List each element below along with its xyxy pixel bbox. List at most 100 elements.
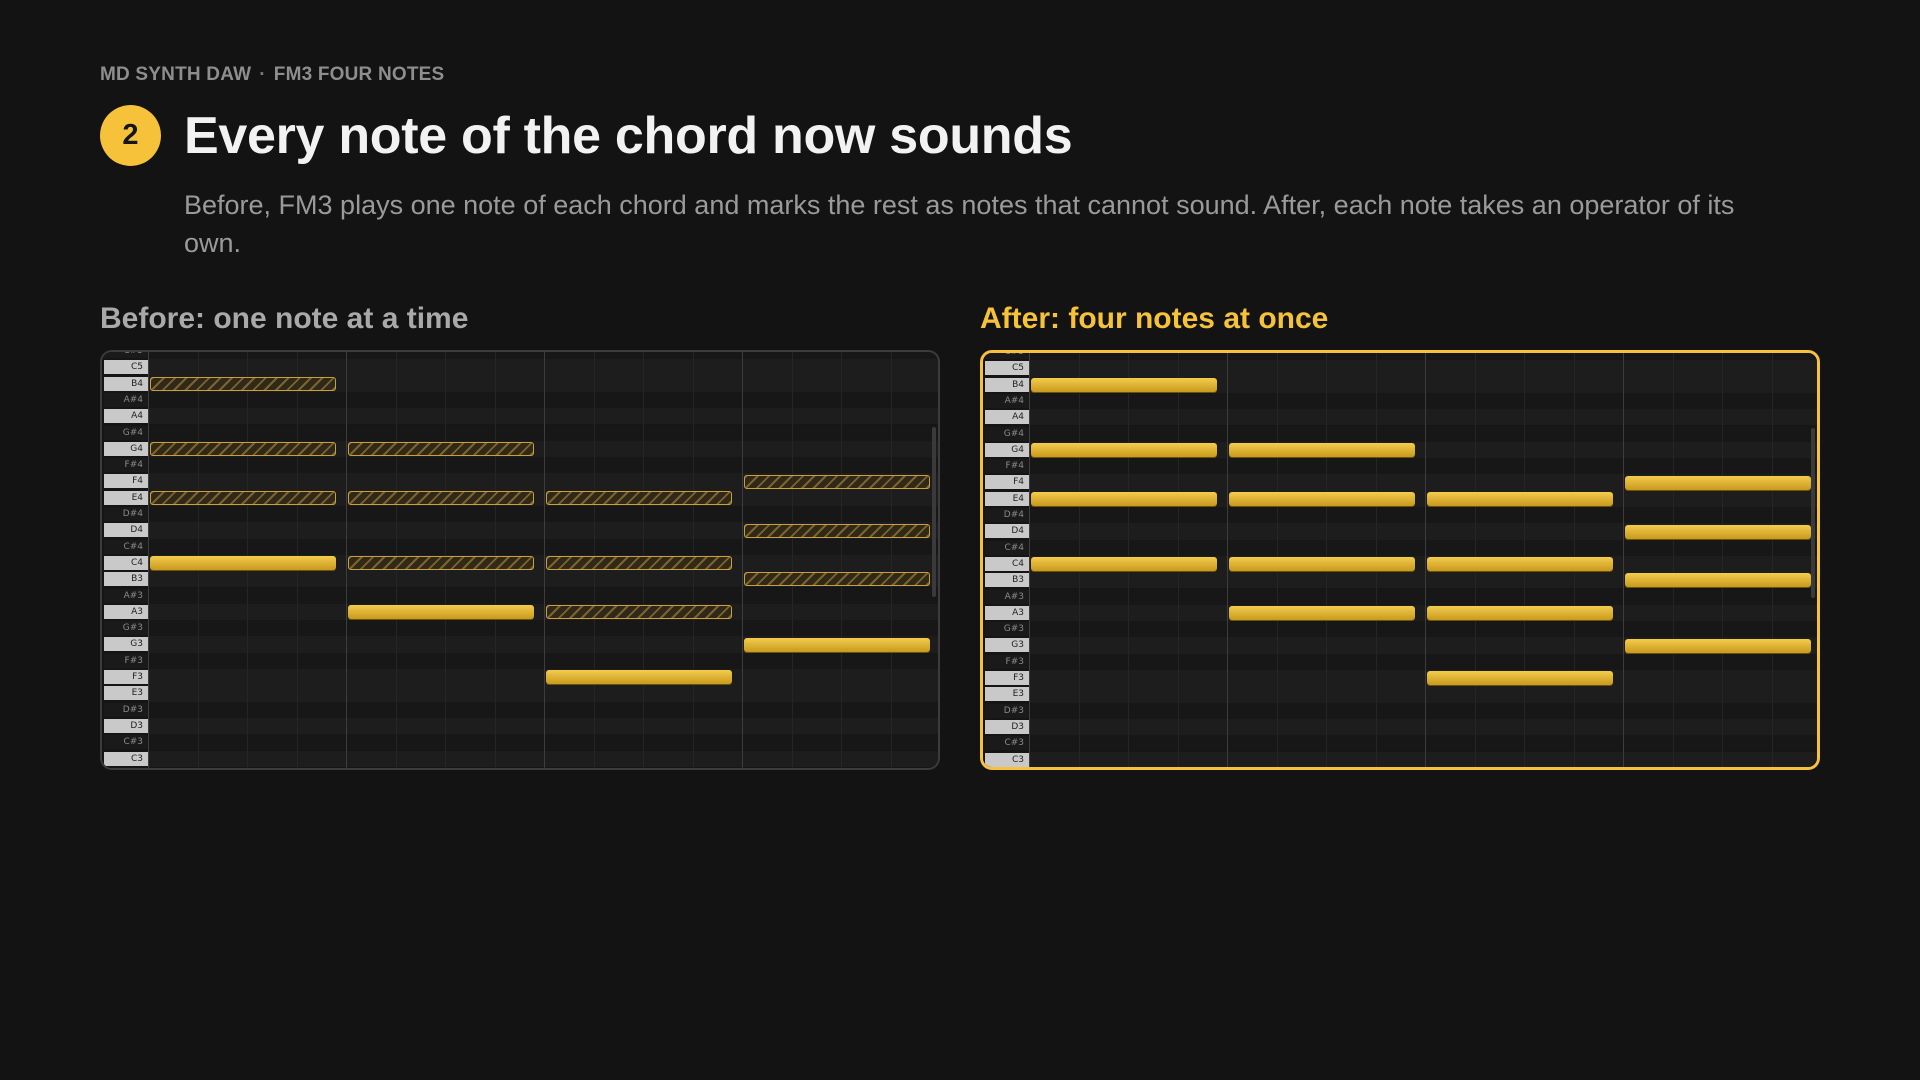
after-panel-label: After: four notes at once bbox=[980, 302, 1329, 335]
piano-key[interactable]: E4 bbox=[104, 490, 148, 505]
sounding-note[interactable] bbox=[1625, 638, 1811, 653]
piano-key[interactable]: C#4 bbox=[104, 539, 148, 554]
sounding-note[interactable] bbox=[1031, 377, 1217, 392]
vertical-scrollbar[interactable] bbox=[932, 427, 936, 597]
piano-key[interactable]: B3 bbox=[985, 573, 1029, 588]
piano-key[interactable]: B4 bbox=[985, 377, 1029, 392]
sounding-note[interactable] bbox=[1031, 557, 1217, 572]
before-piano-roll[interactable]: C#5 C5 B4 A#4 A4 G#4 G4 F#4 F4 E4 D#4 D4 C#4 C4 B3 A#3 A… bbox=[100, 350, 940, 770]
vertical-scrollbar[interactable] bbox=[1811, 428, 1815, 598]
piano-key[interactable]: D#3 bbox=[104, 702, 148, 717]
silenced-note[interactable] bbox=[546, 490, 732, 505]
piano-key[interactable]: E4 bbox=[985, 491, 1029, 506]
sounding-note[interactable] bbox=[1427, 671, 1613, 686]
piano-key[interactable]: D4 bbox=[104, 523, 148, 538]
piano-key[interactable]: D4 bbox=[985, 524, 1029, 539]
piano-key[interactable]: G#3 bbox=[985, 622, 1029, 637]
grid-row bbox=[148, 620, 938, 637]
silenced-note[interactable] bbox=[546, 605, 732, 619]
piano-key[interactable]: F#4 bbox=[104, 458, 148, 473]
piano-key[interactable]: F4 bbox=[985, 475, 1029, 490]
piano-key[interactable]: C5 bbox=[985, 361, 1029, 376]
sounding-note[interactable] bbox=[1625, 573, 1811, 588]
sounding-note[interactable] bbox=[150, 556, 336, 571]
note-grid[interactable] bbox=[1029, 353, 1817, 767]
sounding-note[interactable] bbox=[1625, 475, 1811, 490]
silenced-note[interactable] bbox=[150, 376, 336, 391]
piano-key[interactable]: G4 bbox=[104, 441, 148, 456]
silenced-note[interactable] bbox=[150, 442, 336, 456]
piano-key[interactable]: B4 bbox=[104, 376, 148, 391]
silenced-note[interactable] bbox=[546, 556, 732, 571]
sounding-note[interactable] bbox=[348, 605, 534, 619]
piano-key[interactable]: C5 bbox=[104, 360, 148, 375]
piano-key[interactable]: A4 bbox=[104, 409, 148, 424]
piano-key[interactable]: G3 bbox=[104, 637, 148, 652]
piano-key[interactable]: B3 bbox=[104, 572, 148, 587]
piano-key[interactable]: G#4 bbox=[985, 426, 1029, 441]
grid-row bbox=[1029, 392, 1817, 410]
grid-row bbox=[148, 717, 938, 735]
piano-key[interactable]: F3 bbox=[985, 671, 1029, 685]
piano-key[interactable]: G3 bbox=[985, 638, 1029, 653]
sounding-note[interactable] bbox=[744, 637, 930, 652]
piano-key[interactable]: F3 bbox=[104, 670, 148, 684]
piano-key[interactable]: A#4 bbox=[985, 393, 1029, 408]
piano-key[interactable]: C4 bbox=[104, 555, 148, 570]
sounding-note[interactable] bbox=[1229, 606, 1415, 620]
piano-key[interactable]: C#3 bbox=[985, 736, 1029, 751]
piano-key[interactable]: C#4 bbox=[985, 540, 1029, 555]
piano-key[interactable]: G#4 bbox=[104, 425, 148, 440]
piano-key[interactable]: A#4 bbox=[104, 392, 148, 407]
piano-key[interactable]: D3 bbox=[985, 719, 1029, 734]
piano-key[interactable]: F4 bbox=[104, 474, 148, 489]
piano-key[interactable]: D#4 bbox=[104, 507, 148, 521]
piano-key[interactable]: G4 bbox=[985, 442, 1029, 457]
sounding-note[interactable] bbox=[1031, 443, 1217, 457]
piano-key[interactable]: A3 bbox=[104, 604, 148, 619]
sounding-note[interactable] bbox=[546, 670, 732, 685]
bar-line bbox=[742, 352, 743, 768]
silenced-note[interactable] bbox=[348, 442, 534, 456]
silenced-note[interactable] bbox=[744, 523, 930, 538]
sounding-note[interactable] bbox=[1229, 557, 1415, 572]
bar-line bbox=[1227, 353, 1228, 767]
piano-key[interactable]: A3 bbox=[985, 605, 1029, 620]
piano-key[interactable]: D3 bbox=[104, 718, 148, 733]
sounding-note[interactable] bbox=[1625, 524, 1811, 539]
sounding-note[interactable] bbox=[1229, 491, 1415, 506]
piano-key[interactable]: C3 bbox=[104, 751, 148, 766]
piano-key[interactable]: F#3 bbox=[104, 653, 148, 668]
piano-key[interactable]: D#3 bbox=[985, 703, 1029, 718]
piano-key[interactable]: G#3 bbox=[104, 621, 148, 636]
silenced-note[interactable] bbox=[348, 490, 534, 505]
grid-row bbox=[1029, 670, 1817, 687]
piano-key[interactable]: A#3 bbox=[104, 588, 148, 603]
piano-key[interactable]: A4 bbox=[985, 410, 1029, 425]
breadcrumb: MD SYNTH DAW · FM3 FOUR NOTES bbox=[100, 64, 444, 86]
piano-key[interactable]: A#3 bbox=[985, 589, 1029, 604]
note-grid[interactable] bbox=[148, 352, 938, 768]
silenced-note[interactable] bbox=[150, 490, 336, 505]
piano-key[interactable]: C#5 bbox=[985, 353, 1029, 359]
sounding-note[interactable] bbox=[1427, 606, 1613, 620]
after-piano-roll[interactable]: C#5 C5 B4 A#4 A4 G#4 G4 F#4 F4 E4 D#4 D4 C#4 C4 B3 A#3 A… bbox=[980, 350, 1820, 770]
sounding-note[interactable] bbox=[1427, 491, 1613, 506]
piano-key[interactable]: E3 bbox=[104, 686, 148, 701]
silenced-note[interactable] bbox=[744, 572, 930, 587]
piano-keyboard[interactable]: C#5 C5 B4 A#4 A4 G#4 G4 F#4 F4 E4 D#4 D4 C#4 C4 B3 A#3 A… bbox=[983, 353, 1029, 767]
piano-key[interactable]: E3 bbox=[985, 687, 1029, 702]
piano-key[interactable]: D#4 bbox=[985, 508, 1029, 522]
sounding-note[interactable] bbox=[1031, 491, 1217, 506]
piano-key[interactable]: C#5 bbox=[104, 352, 148, 358]
sounding-note[interactable] bbox=[1427, 557, 1613, 572]
sounding-note[interactable] bbox=[1229, 443, 1415, 457]
silenced-note[interactable] bbox=[744, 474, 930, 489]
piano-key[interactable]: F#4 bbox=[985, 459, 1029, 474]
piano-key[interactable]: C3 bbox=[985, 752, 1029, 767]
piano-key[interactable]: C#3 bbox=[104, 735, 148, 750]
piano-key[interactable]: F#3 bbox=[985, 654, 1029, 669]
silenced-note[interactable] bbox=[348, 556, 534, 571]
piano-key[interactable]: C4 bbox=[985, 556, 1029, 571]
piano-keyboard[interactable]: C#5 C5 B4 A#4 A4 G#4 G4 F#4 F4 E4 D#4 D4 C#4 C4 B3 A#3 A… bbox=[102, 352, 148, 768]
